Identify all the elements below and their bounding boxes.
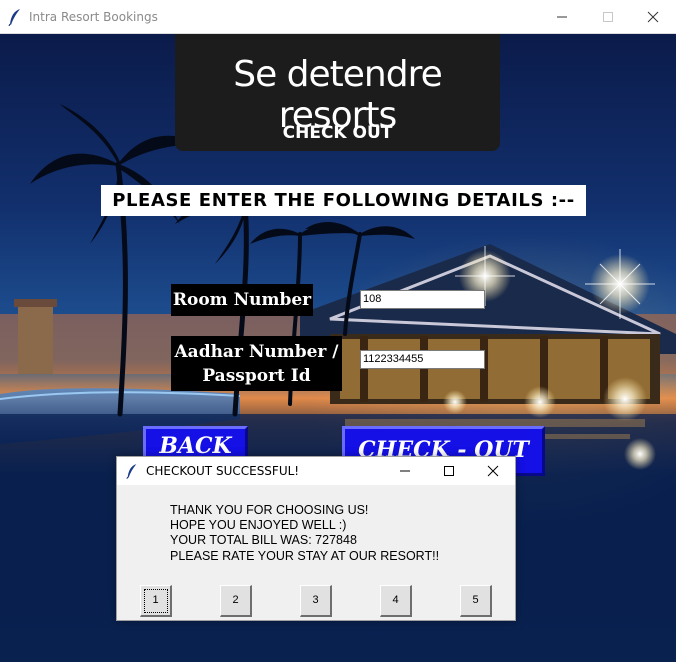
aadhar-label-line1: Aadhar Number / (174, 342, 339, 362)
window-titlebar: Intra Resort Bookings (0, 0, 676, 34)
dialog-message-line: THANK YOU FOR CHOOSING US! (170, 503, 369, 517)
close-button[interactable] (630, 0, 676, 34)
window-title: Intra Resort Bookings (29, 10, 158, 24)
aadhar-passport-label: Aadhar Number / Passport Id (171, 336, 342, 391)
aadhar-label-line2: Passport Id (202, 366, 311, 386)
close-icon (487, 465, 499, 477)
dialog-titlebar: CHECKOUT SUCCESSFUL! (117, 457, 515, 485)
maximize-icon (603, 12, 613, 22)
minimize-icon (400, 470, 410, 472)
maximize-button[interactable] (585, 0, 631, 34)
header-banner: Se detendre resorts CHECK OUT (175, 34, 500, 151)
room-number-input[interactable]: 108 (360, 290, 485, 309)
rating-button-4[interactable]: 4 (380, 585, 412, 617)
feather-icon (8, 9, 20, 26)
dialog-maximize-button[interactable] (427, 457, 471, 485)
dialog-message-line: PLEASE RATE YOUR STAY AT OUR RESORT!! (170, 549, 440, 563)
dialog-minimize-button[interactable] (383, 457, 427, 485)
room-number-label: Room Number (171, 284, 313, 316)
aadhar-passport-input[interactable]: 1122334455 (360, 350, 485, 369)
rating-button-1[interactable]: 1 (140, 585, 172, 617)
rating-button-3[interactable]: 3 (300, 585, 332, 617)
form-instruction: PLEASE ENTER THE FOLLOWING DETAILS :-- (101, 185, 586, 216)
rating-button-5[interactable]: 5 (460, 585, 492, 617)
dialog-close-button[interactable] (471, 457, 515, 485)
checkout-success-dialog: CHECKOUT SUCCESSFUL! THANK YOU FOR CHOOS… (116, 456, 516, 621)
close-icon (647, 11, 659, 23)
minimize-button[interactable] (539, 0, 585, 34)
rating-button-2[interactable]: 2 (220, 585, 252, 617)
page-subtitle: CHECK OUT (282, 123, 393, 143)
minimize-icon (557, 16, 567, 18)
dialog-title: CHECKOUT SUCCESSFUL! (146, 464, 300, 478)
feather-icon (126, 464, 137, 479)
dialog-message-line: HOPE YOU ENJOYED WELL :) (170, 518, 347, 532)
maximize-icon (444, 466, 454, 476)
total-bill-text: YOUR TOTAL BILL WAS: 727848 (170, 533, 357, 547)
